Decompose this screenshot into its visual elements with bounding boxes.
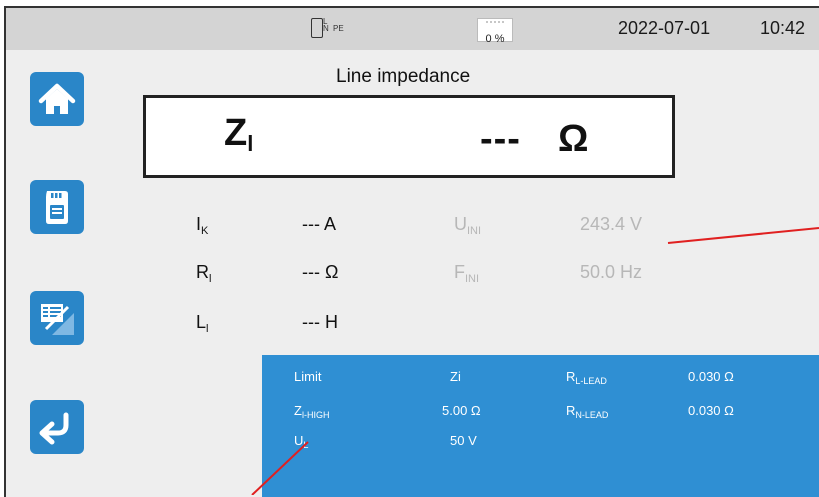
zl-high-label: Zl-HIGH: [294, 403, 330, 420]
report-icon: [41, 304, 74, 335]
u-ini-value: 243.4 V: [580, 214, 643, 234]
memory-button[interactable]: [30, 180, 84, 234]
report-button[interactable]: [30, 291, 84, 345]
back-button[interactable]: [30, 400, 84, 454]
rl-label: Rl: [196, 262, 212, 285]
ik-value: --- A: [302, 214, 336, 234]
socket-l-n-pe-icon: L N PE: [311, 18, 347, 40]
limit-value: Zi: [450, 369, 461, 384]
ll-value: --- H: [302, 312, 338, 332]
f-ini-label: FINI: [454, 262, 480, 285]
instrument-screen: L N PE 0 % 2022-07-01 10:42 Line impedan…: [4, 6, 819, 497]
limits-panel[interactable]: Limit Zi RL-LEAD 0.030 Ω Zl-HIGH 5.00 Ω …: [262, 355, 819, 497]
ul-label: UL: [294, 433, 309, 450]
r-l-lead-value: 0.030 Ω: [688, 369, 734, 384]
status-bar: L N PE 0 % 2022-07-01 10:42: [6, 8, 819, 50]
result-display: Zl --- Ω: [143, 95, 675, 178]
socket-pe-label: PE: [333, 24, 344, 33]
sd-card-icon: [46, 191, 68, 224]
r-n-lead-value: 0.030 Ω: [688, 403, 734, 418]
ll-label: Ll: [196, 312, 209, 335]
status-date: 2022-07-01: [618, 18, 711, 38]
ik-label: IK: [196, 214, 209, 237]
u-ini-label: UINI: [454, 214, 482, 237]
f-ini-value: 50.0 Hz: [580, 262, 643, 282]
page-title: Line impedance: [336, 66, 471, 87]
zl-high-value: 5.00 Ω: [442, 403, 481, 418]
home-button[interactable]: [30, 72, 84, 126]
result-symbol: Zl: [224, 112, 254, 156]
home-icon: [38, 83, 76, 114]
ul-value: 50 V: [450, 433, 477, 448]
battery-level: 0 %: [485, 33, 505, 45]
result-unit: Ω: [558, 118, 589, 160]
limit-label: Limit: [294, 369, 322, 384]
r-n-lead-label: RN-LEAD: [566, 403, 609, 420]
result-value: ---: [480, 118, 521, 160]
battery-icon: 0 %: [477, 18, 513, 45]
r-l-lead-label: RL-LEAD: [566, 369, 607, 386]
status-time: 10:42: [760, 18, 806, 38]
back-arrow-icon: [39, 412, 69, 445]
rl-value: --- Ω: [302, 262, 339, 282]
